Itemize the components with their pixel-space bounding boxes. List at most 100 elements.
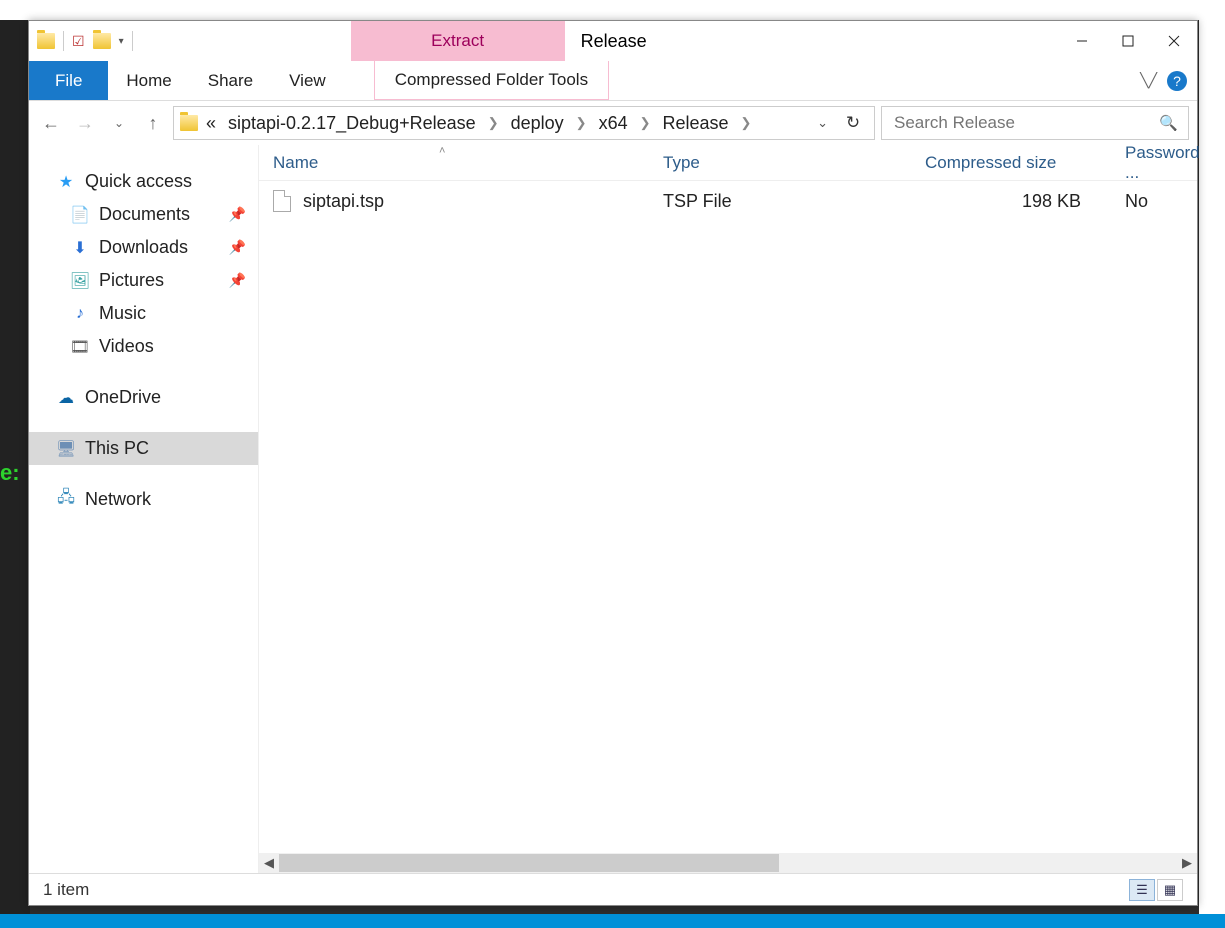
file-row[interactable]: siptapi.tsp TSP File 198 KB No (259, 181, 1197, 221)
video-icon: 🎞 (71, 338, 89, 356)
background-region (0, 0, 1225, 20)
new-folder-icon[interactable] (93, 33, 111, 49)
quick-access-toolbar: ☑ ▾ (29, 21, 141, 61)
taskbar[interactable] (0, 914, 1225, 928)
navigation-bar: ← → ⌄ ↑ « siptapi-0.2.17_Debug+Release ❯… (29, 101, 1197, 145)
back-button[interactable]: ← (37, 109, 65, 137)
column-name[interactable]: Name˄ (259, 153, 649, 173)
breadcrumb-item[interactable]: deploy (507, 113, 568, 134)
column-label: Name (273, 153, 318, 172)
separator (63, 31, 64, 51)
chevron-right-icon[interactable]: ❯ (737, 115, 756, 131)
tab-compressed-tools[interactable]: Compressed Folder Tools (374, 61, 609, 100)
column-compressed-size[interactable]: Compressed size (911, 153, 1111, 173)
file-size: 198 KB (911, 191, 1111, 212)
maximize-button[interactable] (1105, 21, 1151, 61)
breadcrumb-item[interactable]: x64 (595, 113, 632, 134)
sidebar-pictures[interactable]: 🖼Pictures📌 (29, 264, 258, 297)
search-box[interactable]: 🔍 (881, 106, 1189, 140)
details-view-button[interactable]: ☰ (1129, 879, 1155, 901)
tab-view[interactable]: View (271, 61, 344, 100)
document-icon: 📄 (71, 206, 89, 224)
chevron-right-icon[interactable]: ❯ (572, 115, 591, 131)
app-folder-icon (37, 33, 55, 49)
pin-icon[interactable]: 📌 (229, 206, 246, 223)
file-list-pane: Name˄ Type Compressed size Password ... … (259, 145, 1197, 873)
address-folder-icon (180, 115, 198, 131)
titlebar[interactable]: ☑ ▾ Extract Release (29, 21, 1197, 61)
sidebar-label: Documents (99, 204, 190, 225)
context-tab-extract[interactable]: Extract (351, 21, 565, 61)
scroll-right-icon[interactable]: ▶ (1177, 855, 1197, 871)
status-bar: 1 item ☰ ▦ (29, 873, 1197, 905)
thumbnails-view-button[interactable]: ▦ (1157, 879, 1183, 901)
scroll-thumb[interactable] (279, 854, 779, 872)
breadcrumb-item[interactable]: Release (659, 113, 733, 134)
column-headers: Name˄ Type Compressed size Password ... (259, 145, 1197, 181)
search-icon[interactable]: 🔍 (1159, 114, 1178, 132)
close-button[interactable] (1151, 21, 1197, 61)
background-text: e: (0, 460, 20, 486)
window-title: Release (565, 21, 1059, 61)
explorer-window: ☑ ▾ Extract Release File Home Share View… (28, 20, 1198, 906)
file-name: siptapi.tsp (303, 191, 384, 212)
qat-dropdown-icon[interactable]: ▾ (119, 36, 124, 47)
file-icon (273, 190, 291, 212)
breadcrumb-overflow[interactable]: « (202, 113, 220, 134)
pin-icon[interactable]: 📌 (229, 239, 246, 256)
up-button[interactable]: ↑ (139, 109, 167, 137)
sidebar-documents[interactable]: 📄 Documents 📌 (29, 198, 258, 231)
properties-icon[interactable]: ☑ (72, 33, 85, 50)
sidebar-music[interactable]: ♪ Music (29, 297, 258, 330)
sidebar-quick-access[interactable]: ★Quick access (29, 165, 258, 198)
sort-indicator-icon: ˄ (439, 145, 445, 157)
ribbon-collapse-icon[interactable]: ╲╱ (1140, 72, 1157, 89)
chevron-right-icon[interactable]: ❯ (484, 115, 503, 131)
sidebar-onedrive[interactable]: ☁ OneDrive (29, 381, 258, 414)
download-icon: ⬇ (71, 239, 89, 257)
address-bar[interactable]: « siptapi-0.2.17_Debug+Release ❯ deploy … (173, 106, 875, 140)
sidebar-label: Music (99, 303, 146, 324)
sidebar-network[interactable]: 🖧 Network (29, 483, 258, 516)
refresh-button[interactable]: ↻ (838, 113, 868, 133)
tab-home[interactable]: Home (108, 61, 189, 100)
star-icon: ★ (57, 173, 75, 191)
sidebar-label: This PC (85, 438, 149, 459)
sidebar-label: Downloads (99, 237, 188, 258)
separator (132, 31, 133, 51)
chevron-right-icon[interactable]: ❯ (636, 115, 655, 131)
breadcrumb-item[interactable]: siptapi-0.2.17_Debug+Release (224, 113, 480, 134)
file-type: TSP File (649, 191, 911, 212)
scroll-left-icon[interactable]: ◀ (259, 855, 279, 871)
sidebar-label: Network (85, 489, 151, 510)
column-type[interactable]: Type (649, 153, 911, 173)
help-icon[interactable]: ? (1167, 71, 1187, 91)
sidebar-label: OneDrive (85, 387, 161, 408)
search-input[interactable] (892, 112, 1159, 134)
cloud-icon: ☁ (57, 389, 75, 407)
item-count: 1 item (43, 880, 89, 900)
horizontal-scrollbar[interactable]: ◀ ▶ (259, 853, 1197, 873)
sidebar-this-pc[interactable]: 🖥This PC (29, 432, 258, 465)
navigation-pane[interactable]: ★Quick access 📄Documents📌 ⬇Downloads📌 🖼P… (29, 145, 259, 873)
sidebar-label: Pictures (99, 270, 164, 291)
ribbon-tabs: File Home Share View Compressed Folder T… (29, 61, 1197, 101)
sidebar-videos[interactable]: 🎞 Videos (29, 330, 258, 363)
tab-share[interactable]: Share (190, 61, 271, 100)
file-rows[interactable]: siptapi.tsp TSP File 198 KB No (259, 181, 1197, 853)
forward-button[interactable]: → (71, 109, 99, 137)
music-icon: ♪ (71, 305, 89, 323)
view-toggle: ☰ ▦ (1129, 879, 1183, 901)
file-password: No (1111, 191, 1197, 212)
network-icon: 🖧 (57, 491, 75, 509)
sidebar-label: Videos (99, 336, 154, 357)
pin-icon[interactable]: 📌 (229, 272, 246, 289)
sidebar-downloads[interactable]: ⬇ Downloads 📌 (29, 231, 258, 264)
column-password[interactable]: Password ... (1111, 143, 1214, 183)
explorer-body: ★Quick access 📄Documents📌 ⬇Downloads📌 🖼P… (29, 145, 1197, 873)
background-region (1199, 0, 1225, 928)
address-dropdown-icon[interactable]: ⌄ (811, 115, 834, 131)
tab-file[interactable]: File (29, 61, 108, 100)
recent-dropdown-icon[interactable]: ⌄ (105, 109, 133, 137)
minimize-button[interactable] (1059, 21, 1105, 61)
